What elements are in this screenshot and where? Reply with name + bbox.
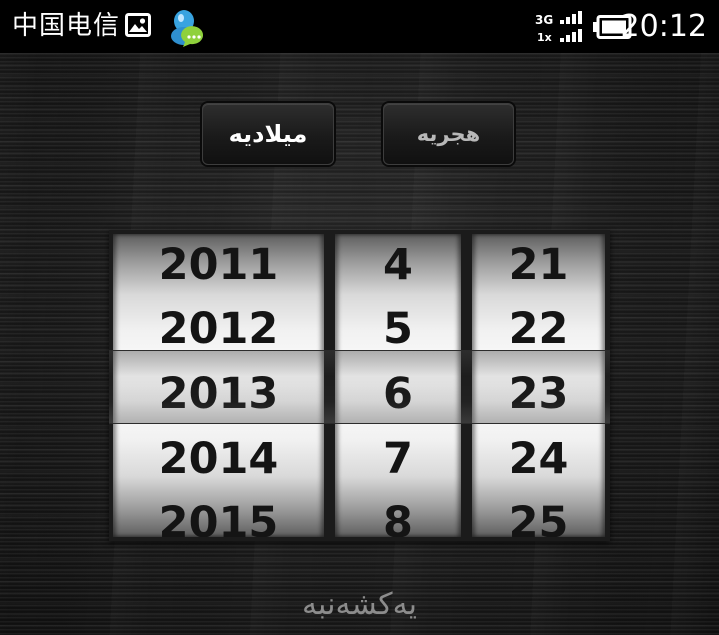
network-type-1x: 1x <box>537 31 552 44</box>
status-bar: 中国电信 3G 1x 20:12 <box>0 0 719 53</box>
gregorian-mode-button[interactable]: ميلاديه <box>202 103 334 165</box>
day-wheel[interactable]: 21 22 23 24 25 <box>472 234 605 537</box>
year-option[interactable]: 2014 <box>113 427 324 491</box>
month-option[interactable]: 8 <box>335 491 461 537</box>
month-option[interactable]: 5 <box>335 297 461 361</box>
month-wheel[interactable]: 4 5 6 7 8 <box>335 234 461 537</box>
carrier-name: 中国电信 <box>12 11 121 41</box>
hijri-mode-label: هجريه <box>416 122 481 146</box>
day-option[interactable]: 22 <box>472 297 605 361</box>
date-picker: 2011 2012 2013 2014 2015 4 5 6 7 8 21 22… <box>109 230 610 541</box>
year-option[interactable]: 2011 <box>113 234 324 297</box>
weekday-label: يەكشەنبە <box>301 587 418 622</box>
gregorian-mode-label: ميلاديه <box>228 120 308 148</box>
signal-icon: 3G 1x <box>535 11 582 44</box>
day-option-selected[interactable]: 23 <box>472 362 605 426</box>
month-option[interactable]: 7 <box>335 427 461 491</box>
date-picker-screen: ميلاديه هجريه 2011 2012 2013 2014 2015 4… <box>0 53 719 635</box>
month-option[interactable]: 4 <box>335 234 461 297</box>
year-wheel[interactable]: 2011 2012 2013 2014 2015 <box>113 234 324 537</box>
day-option[interactable]: 24 <box>472 427 605 491</box>
day-option[interactable]: 21 <box>472 234 605 297</box>
status-clock: 20:12 <box>620 9 707 44</box>
year-option-selected[interactable]: 2013 <box>113 362 324 426</box>
hijri-mode-button[interactable]: هجريه <box>383 103 514 165</box>
chat-app-icon <box>171 10 204 47</box>
day-option[interactable]: 25 <box>472 491 605 537</box>
picture-icon <box>125 13 151 37</box>
month-option-selected[interactable]: 6 <box>335 362 461 426</box>
year-option[interactable]: 2012 <box>113 297 324 361</box>
year-option[interactable]: 2015 <box>113 491 324 537</box>
network-type-3g: 3G <box>535 13 553 27</box>
